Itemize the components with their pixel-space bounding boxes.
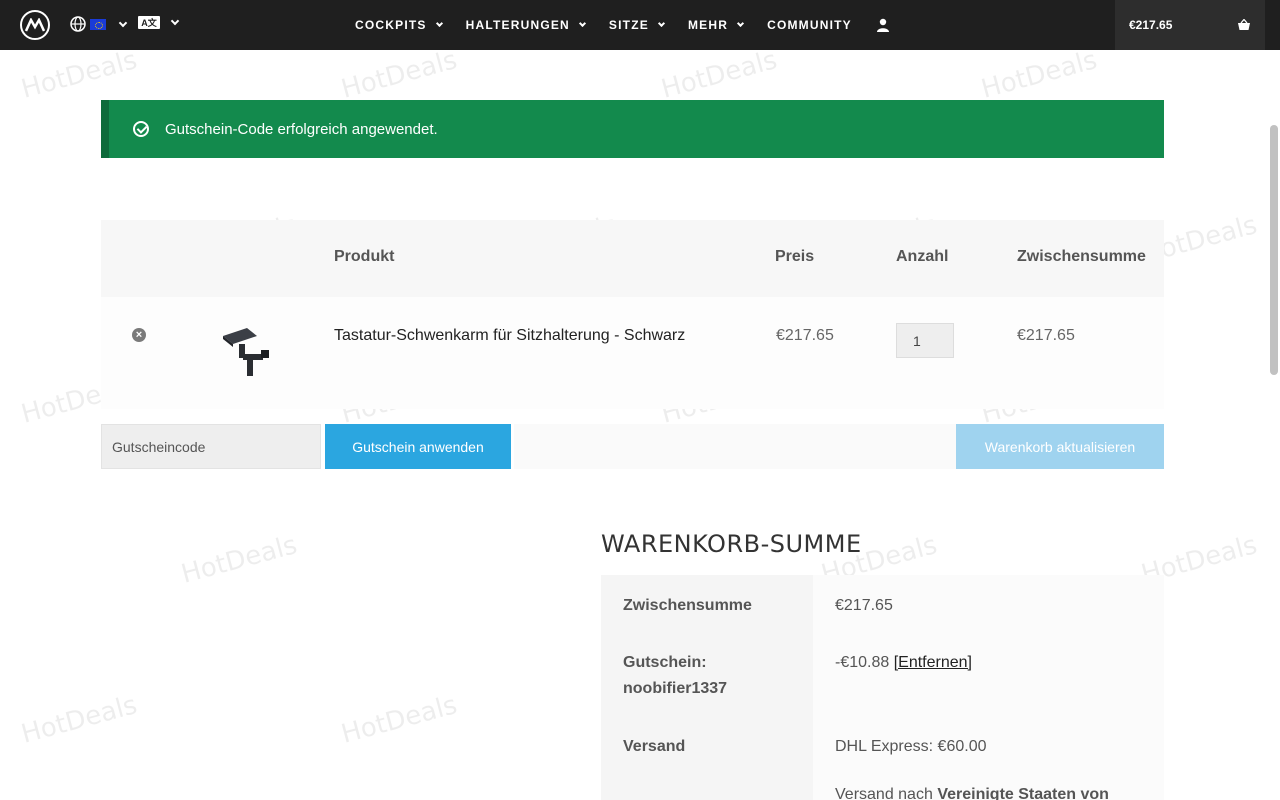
eu-flag-icon — [90, 18, 106, 30]
basket-icon — [1238, 19, 1250, 30]
region-selector[interactable] — [70, 16, 128, 32]
watermark: HotDeals — [338, 690, 461, 750]
nav-label: COCKPITS — [355, 18, 427, 32]
header-cart-total: €217.65 — [1129, 18, 1173, 32]
main-menu: COCKPITS HALTERUNGEN SITZE MEHR COMMUNIT… — [355, 0, 890, 50]
cart-item-row: × Tastatur-Schwenkarm für Sitzhalterung … — [101, 297, 1164, 409]
chevron-down-icon — [118, 18, 128, 27]
nav-mehr[interactable]: MEHR — [687, 18, 745, 32]
globe-icon — [70, 16, 86, 32]
subtotal-value: €217.65 — [813, 575, 1164, 632]
shipping-destination-country: Vereinigte Staaten von — [937, 786, 1109, 800]
coupon-code: noobifier1337 — [623, 680, 728, 697]
nav-sitze[interactable]: SITZE — [608, 18, 665, 32]
totals-row-coupon: Gutschein: noobifier1337 -€10.88 [Entfer… — [601, 632, 1164, 716]
nav-label: SITZE — [608, 18, 649, 32]
watermark: HotDeals — [178, 530, 301, 590]
nav-label: HALTERUNGEN — [465, 18, 570, 32]
notice-message: Gutschein-Code erfolgreich angewendet. — [165, 120, 438, 138]
success-notice: Gutschein-Code erfolgreich angewendet. — [101, 100, 1164, 158]
page-scrollbar[interactable] — [1270, 125, 1278, 375]
shipping-label: Versand — [601, 716, 813, 800]
logo-mark-icon — [25, 18, 45, 32]
nav-community[interactable]: COMMUNITY — [767, 18, 852, 32]
coupon-label: Gutschein: noobifier1337 — [601, 632, 813, 716]
product-price: €217.65 — [776, 327, 834, 344]
update-cart-button[interactable]: Warenkorb aktualisieren — [956, 424, 1164, 469]
column-header-price: Preis — [775, 248, 815, 265]
watermark: HotDeals — [658, 45, 781, 105]
totals-row-subtotal: Zwischensumme €217.65 — [601, 575, 1164, 632]
quantity-input[interactable]: 1 — [896, 323, 954, 358]
chevron-down-icon — [578, 19, 586, 28]
shipping-destination-prefix: Versand nach — [835, 786, 933, 800]
chevron-down-icon — [657, 19, 665, 28]
remove-item-icon[interactable]: × — [132, 328, 146, 342]
chevron-down-icon — [435, 19, 443, 28]
chevron-down-icon — [737, 19, 745, 28]
brand-logo[interactable] — [20, 10, 50, 40]
totals-row-shipping: Versand DHL Express: €60.00 Versand nach… — [601, 716, 1164, 800]
nav-halterungen[interactable]: HALTERUNGEN — [465, 18, 586, 32]
shipping-method: DHL Express: €60.00 — [835, 738, 987, 755]
cart-totals-title: WARENKORB-SUMME — [601, 530, 862, 558]
product-thumbnail[interactable] — [217, 322, 277, 382]
watermark: HotDeals — [18, 45, 141, 105]
apply-coupon-button[interactable]: Gutschein anwenden — [325, 424, 511, 469]
coupon-label-prefix: Gutschein: — [623, 654, 707, 671]
check-circle-icon — [133, 121, 149, 137]
shipping-value-cell: DHL Express: €60.00 Versand nach Vereini… — [813, 716, 1164, 800]
nav-label: MEHR — [687, 18, 729, 32]
coupon-discount: -€10.88 — [835, 654, 890, 671]
watermark: HotDeals — [338, 45, 461, 105]
user-account-icon[interactable] — [876, 18, 890, 32]
product-name-link[interactable]: Tastatur-Schwenkarm für Sitzhalterung - … — [334, 327, 685, 345]
subtotal-label: Zwischensumme — [601, 575, 813, 632]
product-subtotal: €217.65 — [1017, 327, 1075, 344]
column-header-subtotal: Zwischensumme — [1017, 248, 1146, 265]
watermark: HotDeals — [978, 45, 1101, 105]
cart-actions-row — [514, 424, 956, 469]
nav-cockpits[interactable]: COCKPITS — [355, 18, 443, 32]
header-cart[interactable]: €217.65 — [1115, 0, 1265, 50]
cart-table-header: Produkt Preis Anzahl Zwischensumme — [101, 220, 1164, 297]
column-header-product: Produkt — [334, 248, 395, 265]
shipping-destination: Versand nach Vereinigte Staaten von — [835, 782, 1142, 800]
chevron-down-icon — [170, 16, 180, 26]
remove-coupon-link[interactable]: [Entfernen] — [894, 654, 972, 671]
translate-icon: A文 — [138, 16, 160, 29]
nav-label: COMMUNITY — [767, 18, 852, 32]
coupon-code-input[interactable]: Gutscheincode — [101, 424, 321, 469]
coupon-value-cell: -€10.88 [Entfernen] — [813, 632, 1164, 716]
column-header-quantity: Anzahl — [896, 248, 949, 265]
top-navigation-bar: A文 COCKPITS HALTERUNGEN SITZE MEHR COMMU… — [0, 0, 1280, 50]
watermark: HotDeals — [18, 690, 141, 750]
language-selector[interactable]: A文 — [138, 16, 180, 29]
